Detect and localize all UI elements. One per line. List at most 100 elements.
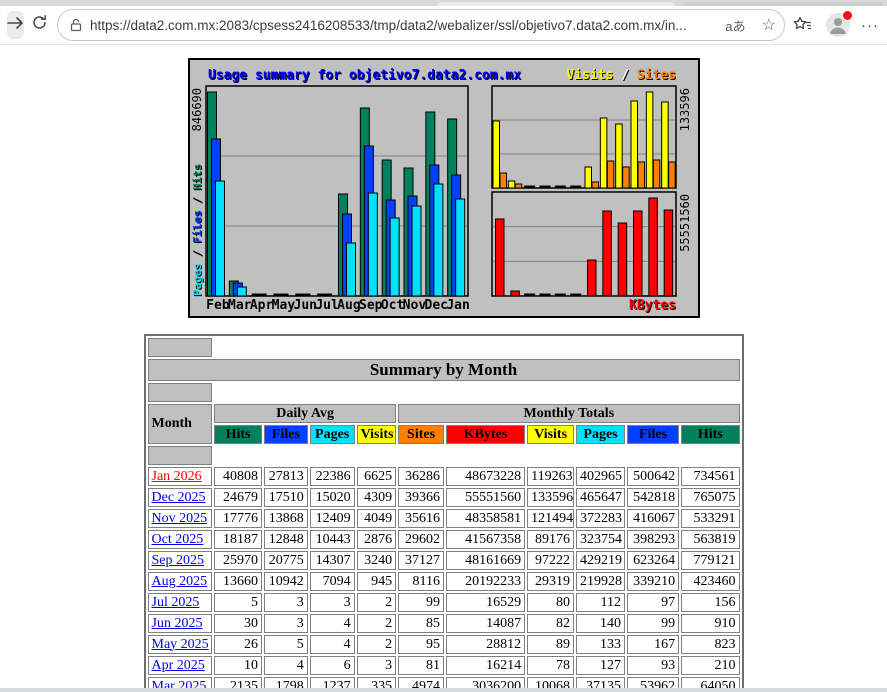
value-cell: 20775	[264, 551, 308, 570]
value-cell: 25970	[214, 551, 262, 570]
svg-text:Feb: Feb	[206, 298, 230, 313]
value-cell: 26	[214, 635, 262, 654]
column-header-hits: Hits	[214, 425, 262, 444]
value-cell: 533291	[681, 509, 739, 528]
value-cell: 2	[357, 593, 397, 612]
value-cell: 95	[398, 635, 444, 654]
month-link[interactable]: May 2025	[152, 637, 209, 652]
month-cell: Apr 2025	[148, 656, 213, 675]
value-cell: 465647	[576, 488, 625, 507]
value-cell: 35616	[398, 509, 444, 528]
month-link[interactable]: Sep 2025	[152, 553, 205, 568]
column-header-files: Files	[627, 425, 679, 444]
value-cell: 24679	[214, 488, 262, 507]
translate-icon[interactable]: aあ	[725, 16, 745, 35]
svg-text:846690: 846690	[190, 88, 204, 131]
svg-text:Visits / Sites: Visits / Sites	[566, 68, 676, 83]
value-cell: 99	[627, 614, 679, 633]
table-row: Aug 202513660109427094945811620192233293…	[148, 572, 740, 591]
value-cell: 4	[310, 614, 355, 633]
month-cell: Aug 2025	[148, 572, 213, 591]
svg-text:Jan: Jan	[446, 298, 469, 313]
value-cell: 55551560	[446, 488, 525, 507]
value-cell: 17776	[214, 509, 262, 528]
settings-menu-icon[interactable]: ···	[861, 17, 879, 34]
monthly-totals-header: Monthly Totals	[398, 404, 739, 423]
column-header-hits: Hits	[681, 425, 739, 444]
table-row: Jul 2025533299165298011297156	[148, 593, 740, 612]
summary-by-month-table: Summary by Month Month Daily Avg Monthly…	[144, 334, 744, 689]
svg-text:Oct: Oct	[380, 298, 403, 313]
value-cell: 30	[214, 614, 262, 633]
spacer-row	[148, 446, 740, 465]
value-cell: 765075	[681, 488, 739, 507]
value-cell: 910	[681, 614, 739, 633]
value-cell: 48161669	[446, 551, 525, 570]
address-bar[interactable]: https://data2.com.mx:2083/cpsess24162085…	[57, 9, 785, 41]
profile-avatar[interactable]	[825, 12, 851, 38]
value-cell: 4049	[357, 509, 397, 528]
value-cell: 8116	[398, 572, 444, 591]
month-link[interactable]: Jul 2025	[152, 595, 200, 610]
column-header-visits: Visits	[357, 425, 397, 444]
table-row: Oct 202518187128481044328762960241567358…	[148, 530, 740, 549]
month-cell: Jan 2026	[148, 467, 213, 486]
value-cell: 945	[357, 572, 397, 591]
month-cell: Jul 2025	[148, 593, 213, 612]
inactive-tab-hint[interactable]	[683, 2, 883, 6]
month-cell: Oct 2025	[148, 530, 213, 549]
month-link[interactable]: Aug 2025	[152, 574, 208, 589]
table-title: Summary by Month	[148, 359, 740, 381]
value-cell: 140	[576, 614, 625, 633]
column-header-pages: Pages	[576, 425, 625, 444]
month-link[interactable]: Oct 2025	[152, 532, 204, 547]
spacer-row	[148, 338, 740, 357]
value-cell: 5	[264, 635, 308, 654]
value-cell: 28812	[446, 635, 525, 654]
value-cell: 429219	[576, 551, 625, 570]
value-cell: 10443	[310, 530, 355, 549]
table-row: Apr 20251046381162147812793210	[148, 656, 740, 675]
value-cell: 133	[576, 635, 625, 654]
table-title-row: Summary by Month	[148, 359, 740, 381]
active-tab-hint[interactable]	[437, 2, 675, 6]
lock-icon[interactable]	[70, 18, 82, 32]
value-cell: 156	[681, 593, 739, 612]
month-cell: Sep 2025	[148, 551, 213, 570]
forward-button[interactable]	[7, 11, 24, 39]
month-link[interactable]: Dec 2025	[152, 490, 206, 505]
value-cell: 219928	[576, 572, 625, 591]
refresh-button[interactable]	[31, 11, 47, 39]
svg-text:Jul: Jul	[315, 298, 338, 313]
value-cell: 2	[357, 614, 397, 633]
svg-text:Jun: Jun	[293, 298, 316, 313]
url-text[interactable]: https://data2.com.mx:2083/cpsess24162085…	[90, 18, 717, 33]
value-cell: 734561	[681, 467, 739, 486]
value-cell: 18187	[214, 530, 262, 549]
month-cell: May 2025	[148, 635, 213, 654]
column-header-sites: Sites	[398, 425, 444, 444]
value-cell: 39366	[398, 488, 444, 507]
collections-icon[interactable]	[792, 16, 812, 34]
favorite-star-icon[interactable]: ☆	[762, 15, 776, 35]
value-cell: 15020	[310, 488, 355, 507]
value-cell: 563819	[681, 530, 739, 549]
month-link[interactable]: Jan 2026	[152, 469, 202, 484]
svg-text:Nov: Nov	[402, 298, 426, 313]
value-cell: 542818	[627, 488, 679, 507]
value-cell: 20192233	[446, 572, 525, 591]
value-cell: 2	[357, 635, 397, 654]
month-link[interactable]: Apr 2025	[152, 658, 205, 673]
value-cell: 10942	[264, 572, 308, 591]
value-cell: 29319	[527, 572, 574, 591]
month-link[interactable]: Jun 2025	[152, 616, 203, 631]
value-cell: 48358581	[446, 509, 525, 528]
column-header-pages: Pages	[310, 425, 355, 444]
svg-text:Usage summary for objetivo7.da: Usage summary for objetivo7.data2.com.mx	[208, 68, 521, 83]
month-link[interactable]: Nov 2025	[152, 511, 208, 526]
svg-text:Sep: Sep	[359, 298, 383, 313]
webalizer-page: FebMarAprMayJunJulAugSepOctNovDecJanUsag…	[0, 45, 887, 689]
svg-text:Apr: Apr	[249, 298, 273, 313]
table-row: Jun 20253034285140878214099910	[148, 614, 740, 633]
value-cell: 3	[310, 593, 355, 612]
